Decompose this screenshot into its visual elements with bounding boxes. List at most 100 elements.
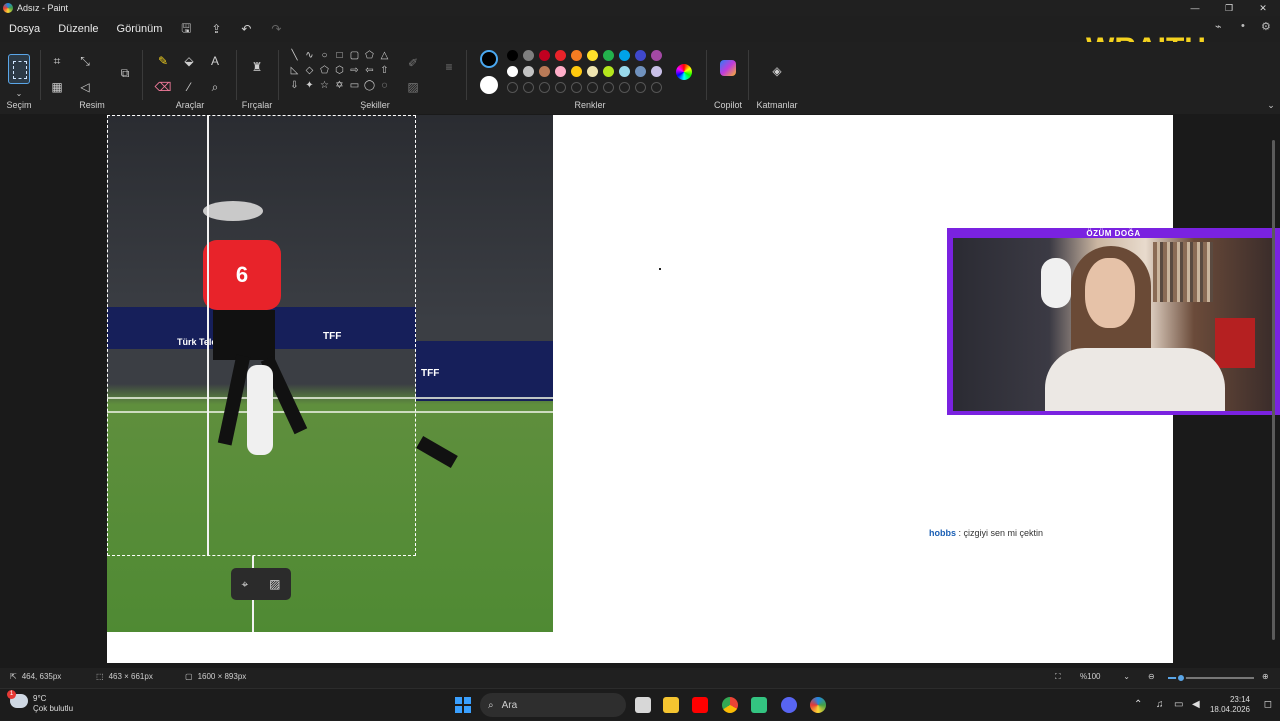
- microphone-icon[interactable]: ♫: [1156, 699, 1164, 710]
- chrome-icon[interactable]: [722, 697, 738, 713]
- fill-style-icon[interactable]: ▨: [402, 76, 424, 98]
- custom-color-slot[interactable]: [507, 82, 518, 93]
- save-icon[interactable]: 🖫: [171, 19, 201, 40]
- palette-color-swatch[interactable]: [539, 50, 550, 61]
- selection-tool-icon[interactable]: [8, 54, 30, 84]
- right-triangle-shape-icon[interactable]: ◺: [287, 63, 302, 78]
- rectangle-shape-icon[interactable]: □: [332, 48, 347, 63]
- redo-icon[interactable]: ↷: [261, 22, 291, 36]
- palette-color-swatch[interactable]: [587, 66, 598, 77]
- select-all-icon[interactable]: ▦: [46, 76, 68, 98]
- paint-taskbar-icon[interactable]: [810, 697, 826, 713]
- maximize-button[interactable]: ❐: [1212, 0, 1246, 16]
- zoom-in-icon[interactable]: ⊕: [1262, 672, 1269, 681]
- remove-background-icon[interactable]: ⌖: [241, 577, 248, 592]
- menu-edit[interactable]: Düzenle: [49, 23, 107, 35]
- volume-icon[interactable]: ◀: [1192, 699, 1200, 710]
- rotate-icon[interactable]: ◁: [74, 76, 96, 98]
- undo-icon[interactable]: ↶: [231, 22, 261, 36]
- layers-icon[interactable]: ◈: [766, 60, 788, 82]
- menu-file[interactable]: Dosya: [0, 23, 49, 35]
- brush-icon[interactable]: ♜: [246, 56, 268, 78]
- image-tools-icon[interactable]: ⧉: [114, 62, 136, 84]
- notifications-icon[interactable]: ◻: [1264, 699, 1272, 710]
- palette-color-swatch[interactable]: [619, 66, 630, 77]
- palette-color-swatch[interactable]: [539, 66, 550, 77]
- file-explorer-icon[interactable]: [663, 697, 679, 713]
- oval-shape-icon[interactable]: ○: [317, 48, 332, 63]
- right-arrow-shape-icon[interactable]: ⇨: [347, 63, 362, 78]
- down-arrow-shape-icon[interactable]: ⇩: [287, 78, 302, 93]
- custom-color-slot[interactable]: [523, 82, 534, 93]
- network-icon[interactable]: ▭: [1174, 699, 1183, 710]
- four-point-star-shape-icon[interactable]: ✦: [302, 78, 317, 93]
- triangle-shape-icon[interactable]: △: [377, 48, 392, 63]
- rounded-rectangle-shape-icon[interactable]: ▢: [347, 48, 362, 63]
- vertical-scrollbar[interactable]: [1272, 140, 1275, 640]
- start-button[interactable]: [455, 697, 471, 713]
- palette-color-swatch[interactable]: [619, 50, 630, 61]
- diamond-shape-icon[interactable]: ◇: [302, 63, 317, 78]
- menu-view[interactable]: Görünüm: [108, 23, 172, 35]
- curve-shape-icon[interactable]: ∿: [302, 48, 317, 63]
- custom-color-slot[interactable]: [555, 82, 566, 93]
- left-arrow-shape-icon[interactable]: ⇦: [362, 63, 377, 78]
- close-button[interactable]: ✕: [1246, 0, 1280, 16]
- minimize-button[interactable]: —: [1178, 0, 1212, 16]
- taskbar-search[interactable]: ⌕ Ara: [480, 693, 626, 717]
- color2-swatch[interactable]: [480, 76, 498, 94]
- palette-color-swatch[interactable]: [523, 50, 534, 61]
- share-icon[interactable]: ⇪: [201, 22, 231, 36]
- discord-icon[interactable]: [781, 697, 797, 713]
- edit-colors-icon[interactable]: [676, 64, 692, 80]
- palette-color-swatch[interactable]: [635, 66, 646, 77]
- settings-icon[interactable]: ⚙: [1261, 20, 1271, 33]
- zoom-out-icon[interactable]: ⊖: [1148, 672, 1155, 681]
- line-shape-icon[interactable]: ╲: [287, 48, 302, 63]
- callout-shape-icon[interactable]: ▭: [347, 78, 362, 93]
- feedback-icon[interactable]: ⌁: [1215, 20, 1222, 33]
- pencil-icon[interactable]: ✎: [152, 50, 174, 72]
- shape-size-icon[interactable]: ≡: [438, 56, 460, 78]
- outline-icon[interactable]: ✐: [402, 52, 424, 74]
- palette-color-swatch[interactable]: [507, 66, 518, 77]
- color-picker-icon[interactable]: ⁄: [178, 76, 200, 98]
- copilot-icon[interactable]: [720, 60, 736, 76]
- custom-color-slot[interactable]: [603, 82, 614, 93]
- palette-color-swatch[interactable]: [587, 50, 598, 61]
- selection-rectangle[interactable]: [107, 115, 416, 556]
- resize-icon[interactable]: ⤡: [74, 50, 96, 72]
- up-arrow-shape-icon[interactable]: ⇧: [377, 63, 392, 78]
- custom-color-slot[interactable]: [571, 82, 582, 93]
- custom-color-slot[interactable]: [539, 82, 550, 93]
- palette-color-swatch[interactable]: [651, 66, 662, 77]
- account-icon[interactable]: •: [1241, 20, 1245, 32]
- palette-color-swatch[interactable]: [651, 50, 662, 61]
- fit-to-window-icon[interactable]: ⛶: [1055, 672, 1061, 682]
- eraser-icon[interactable]: ⌫: [152, 76, 174, 98]
- pentagon-shape-icon[interactable]: ⬠: [317, 63, 332, 78]
- custom-color-slot[interactable]: [635, 82, 646, 93]
- palette-color-swatch[interactable]: [555, 50, 566, 61]
- cloud-callout-shape-icon[interactable]: ◌: [377, 78, 392, 93]
- palette-color-swatch[interactable]: [635, 50, 646, 61]
- six-point-star-shape-icon[interactable]: ✡: [332, 78, 347, 93]
- five-point-star-shape-icon[interactable]: ☆: [317, 78, 332, 93]
- fill-icon[interactable]: ⬙: [178, 50, 200, 72]
- zoom-slider[interactable]: [1168, 673, 1254, 683]
- text-icon[interactable]: A: [204, 50, 226, 72]
- chevron-up-icon[interactable]: ⌃: [1134, 699, 1142, 710]
- palette-color-swatch[interactable]: [571, 66, 582, 77]
- crop-icon[interactable]: ⌗: [46, 50, 68, 72]
- clock[interactable]: 23:14 18.04.2026: [1210, 695, 1250, 715]
- palette-color-swatch[interactable]: [523, 66, 534, 77]
- custom-color-slot[interactable]: [587, 82, 598, 93]
- youtube-icon[interactable]: [692, 697, 708, 713]
- color1-swatch[interactable]: [480, 50, 498, 68]
- fill-selection-icon[interactable]: ▨: [269, 577, 280, 591]
- ribbon-collapse-icon[interactable]: ⌄: [1260, 94, 1280, 116]
- task-view-icon[interactable]: [635, 697, 651, 713]
- magnifier-icon[interactable]: ⌕: [204, 76, 226, 98]
- hexagon-shape-icon[interactable]: ⬡: [332, 63, 347, 78]
- palette-color-swatch[interactable]: [571, 50, 582, 61]
